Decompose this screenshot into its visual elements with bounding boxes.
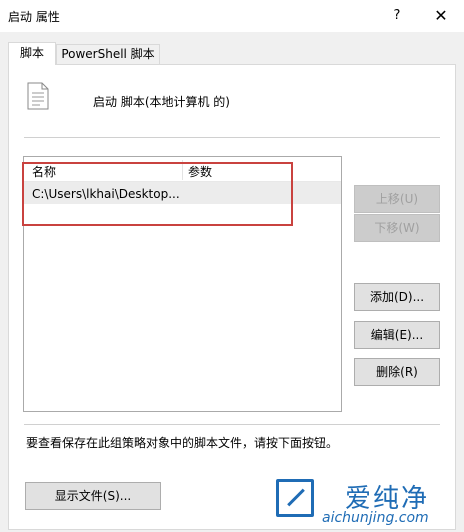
- move-up-button[interactable]: 上移(U): [354, 185, 440, 213]
- remove-button[interactable]: 删除(R): [354, 358, 440, 386]
- move-down-button[interactable]: 下移(W): [354, 214, 440, 242]
- help-button[interactable]: ?: [382, 4, 412, 28]
- tab-powershell-scripts[interactable]: PowerShell 脚本: [56, 44, 160, 64]
- info-text: 要查看保存在此组策略对象中的脚本文件，请按下面按钮。: [26, 436, 339, 450]
- divider: [24, 137, 440, 138]
- section-header: 启动 脚本(本地计算机 的): [93, 95, 230, 109]
- edit-button[interactable]: 编辑(E)...: [354, 321, 440, 349]
- tab-scripts[interactable]: 脚本: [8, 42, 56, 65]
- close-icon[interactable]: ✕: [424, 4, 458, 28]
- divider: [24, 424, 440, 425]
- window-title: 启动 属性: [8, 10, 60, 24]
- script-document-icon: [27, 82, 49, 110]
- watermark-url: aichunjing.com: [322, 510, 429, 526]
- add-button[interactable]: 添加(D)...: [354, 283, 440, 311]
- show-files-button[interactable]: 显示文件(S)...: [25, 482, 161, 510]
- highlight-annotation: [22, 162, 293, 226]
